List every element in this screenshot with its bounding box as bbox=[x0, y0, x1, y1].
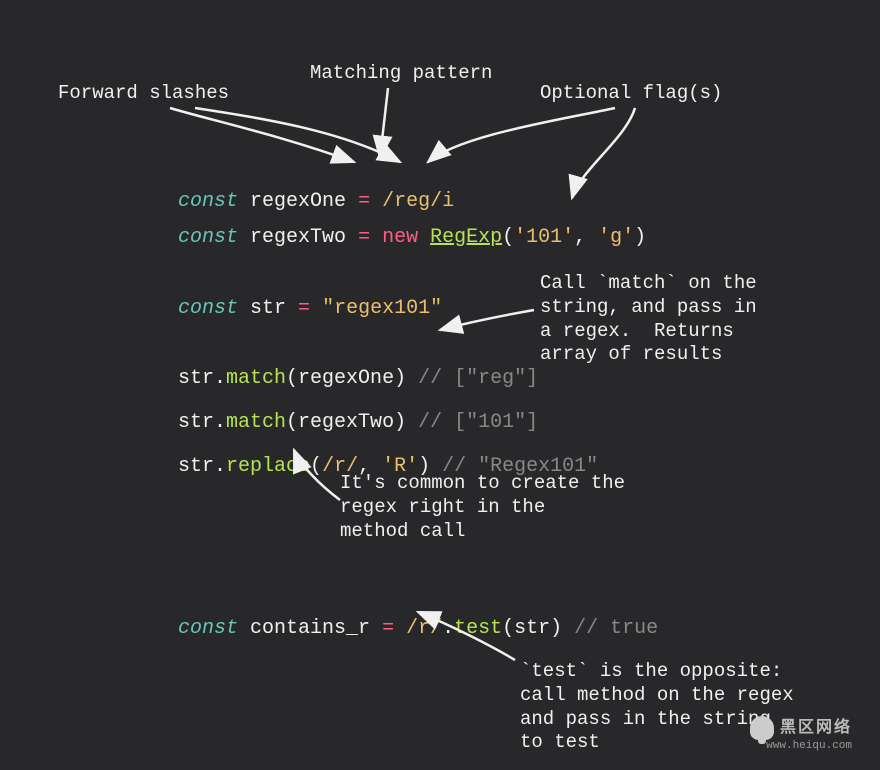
keyword-const: const bbox=[178, 617, 238, 640]
paren-open: ( bbox=[502, 226, 514, 249]
arrow-forward-slash-2 bbox=[195, 108, 400, 162]
arrow-flag-1 bbox=[428, 108, 615, 162]
regex-diagram: Forward slashes Matching pattern Optiona… bbox=[0, 0, 880, 770]
keyword-const: const bbox=[178, 226, 238, 249]
operator-equals: = bbox=[382, 617, 406, 640]
identifier: regexTwo bbox=[238, 226, 358, 249]
note-inline: It's common to create the regex right in… bbox=[340, 472, 625, 543]
object: str. bbox=[178, 455, 226, 478]
mushroom-icon bbox=[750, 716, 774, 740]
label-forward-slashes: Forward slashes bbox=[58, 82, 229, 106]
class-regexp: RegExp bbox=[430, 226, 502, 249]
arrow-flag-2 bbox=[572, 108, 635, 198]
string-literal: '101' bbox=[514, 226, 574, 249]
args: (str) bbox=[502, 617, 574, 640]
paren-open: ( bbox=[310, 455, 322, 478]
string-literal: 'g' bbox=[598, 226, 634, 249]
regex-literal: /r/ bbox=[406, 617, 442, 640]
operator-equals: = bbox=[358, 226, 382, 249]
keyword-const: const bbox=[178, 297, 238, 320]
arrow-matching-pattern bbox=[380, 88, 388, 158]
code-line-7: const contains_r = /r/.test(str) // true bbox=[130, 590, 658, 668]
method-test: test bbox=[454, 617, 502, 640]
code-line-3: const str = "regex101" bbox=[130, 270, 442, 348]
paren-close: ) bbox=[634, 226, 646, 249]
watermark-cn: 黑区网络 bbox=[780, 719, 852, 737]
arrow-match-note bbox=[440, 310, 534, 330]
note-match: Call `match` on the string, and pass in … bbox=[540, 272, 757, 367]
string-literal: "regex101" bbox=[322, 297, 442, 320]
comment: // true bbox=[574, 617, 658, 640]
method-replace: replace bbox=[226, 455, 310, 478]
dot: . bbox=[442, 617, 454, 640]
identifier: contains_r bbox=[238, 617, 382, 640]
arrow-forward-slash-1 bbox=[170, 108, 354, 162]
label-optional-flags: Optional flag(s) bbox=[540, 82, 722, 106]
code-line-2: const regexTwo = new RegExp('101', 'g') bbox=[130, 199, 646, 277]
comma: , bbox=[574, 226, 598, 249]
identifier: str bbox=[238, 297, 298, 320]
operator-equals: = bbox=[298, 297, 322, 320]
watermark: 黑区网络 www.heiqu.com bbox=[750, 713, 852, 752]
label-matching-pattern: Matching pattern bbox=[310, 62, 492, 86]
keyword-new: new bbox=[382, 226, 430, 249]
